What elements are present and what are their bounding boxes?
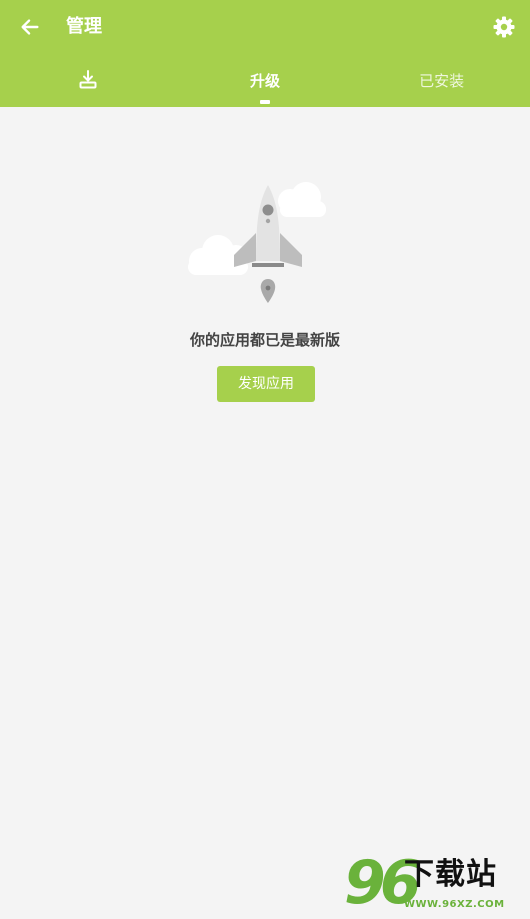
arrow-left-icon: [21, 19, 39, 35]
back-button[interactable]: [14, 11, 46, 43]
watermark-logo: 96 下载站 WWW.96XZ.COM: [344, 848, 516, 918]
tab-downloads[interactable]: [0, 58, 177, 107]
active-tab-indicator: [260, 100, 270, 104]
watermark-text: 下载站: [404, 857, 497, 892]
tab-upgrade[interactable]: 升级: [177, 58, 354, 107]
tab-installed[interactable]: 已安装: [353, 58, 530, 107]
watermark-url: WWW.96XZ.COM: [404, 899, 505, 910]
discover-apps-button[interactable]: 发现应用: [217, 366, 315, 402]
page-title: 管理: [66, 16, 102, 37]
empty-message: 你的应用都已是最新版: [189, 331, 340, 349]
download-icon: [79, 70, 97, 89]
tab-bar: 升级 已安装: [0, 58, 530, 107]
rocket-icon: [188, 182, 326, 303]
tab-installed-label: 已安装: [419, 72, 465, 90]
settings-button[interactable]: [488, 11, 520, 43]
app-bar: 管理 升级 已安装: [0, 0, 530, 107]
gear-icon: [493, 16, 515, 38]
